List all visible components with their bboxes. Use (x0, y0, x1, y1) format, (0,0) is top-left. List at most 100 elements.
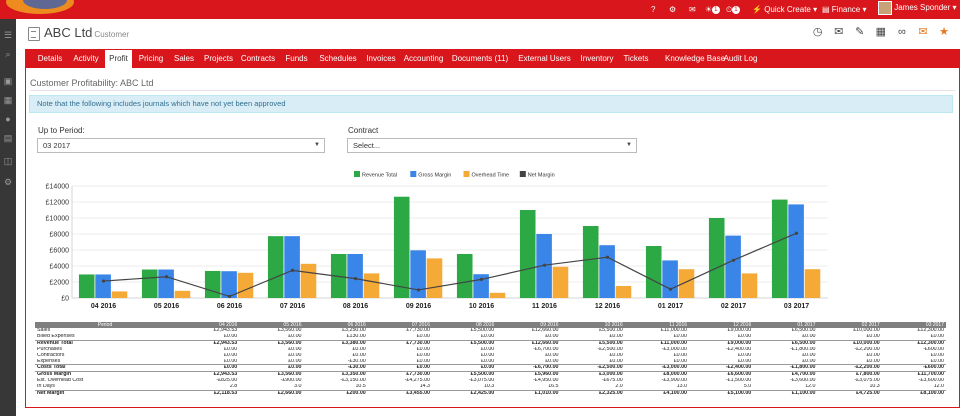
list-icon[interactable]: ▤ (3, 133, 13, 143)
table-row: Costs Total £0.00 £0.00 -£30.00 £0.00 £0.00 -£… (35, 364, 946, 372)
x-tick-label: 01 2017 (658, 303, 683, 310)
bar-revenue-total (582, 226, 599, 298)
profit-panel: Customer Profitability: ABC Ltd Note tha… (25, 68, 960, 408)
tab-details[interactable]: Details (34, 49, 66, 68)
avatar (878, 1, 892, 15)
bar-overhead-time (489, 292, 506, 298)
tab-funds[interactable]: Funds (280, 49, 313, 68)
net-margin-point (668, 287, 673, 291)
bar-revenue-total (519, 210, 536, 298)
chat-icon[interactable]: ✉ (689, 3, 696, 16)
comments-icon[interactable]: ✉ (917, 26, 929, 38)
tab-tickets[interactable]: Tickets (620, 49, 652, 68)
net-margin-point (164, 275, 169, 279)
tab-external-users[interactable]: External Users (515, 49, 574, 68)
legend-label: Net Margin (528, 173, 555, 179)
table-cell: -£1,800.00 (753, 364, 818, 372)
x-tick-label: 05 2016 (154, 303, 179, 310)
tab-projects[interactable]: Projects (201, 49, 236, 68)
bar-revenue-total (267, 236, 284, 298)
table-cell: -£600.00 (881, 364, 946, 372)
tab-invoices[interactable]: Invoices (363, 49, 399, 68)
brand-logo[interactable] (0, 0, 80, 19)
period-select[interactable]: 03 2017 ▼ (37, 138, 325, 153)
user-menu[interactable]: James Sponder ▾ (878, 1, 957, 17)
table-cell: -£30.00 (303, 364, 368, 372)
y-tick-label: £12000 (46, 200, 69, 207)
bar-overhead-time (363, 273, 380, 298)
tab-documents-11[interactable]: Documents (11) (448, 49, 512, 68)
legend-swatch (410, 171, 417, 177)
settings-icon[interactable]: ⚙ (669, 3, 676, 16)
y-tick-label: £8000 (50, 232, 70, 239)
quick-create-menu[interactable]: ⚡ Quick Create ▾ (752, 3, 817, 16)
x-tick-label: 04 2016 (91, 303, 116, 310)
bar-overhead-time (615, 286, 632, 298)
tab-audit-log[interactable]: Audit Log (722, 49, 759, 68)
user-name: James Sponder (894, 3, 951, 13)
calendar-icon[interactable]: ▦ (3, 95, 13, 105)
tab-activity[interactable]: Activity (70, 49, 102, 68)
dashboard-icon[interactable]: ▣ (3, 76, 13, 86)
building-icon (28, 27, 40, 41)
bar-gross-margin (662, 260, 678, 298)
tab-inventory[interactable]: Inventory (577, 49, 617, 68)
tab-schedules[interactable]: Schedules (316, 49, 360, 68)
net-margin-point (227, 294, 232, 298)
timer-icon[interactable]: ⏲ 1 (726, 3, 740, 16)
bar-overhead-time (804, 269, 821, 298)
edit-icon[interactable]: ✎ (854, 26, 866, 38)
bar-overhead-time (552, 266, 569, 298)
table-cell: £0.00 (239, 364, 304, 372)
menu-icon[interactable]: ☰ (3, 30, 13, 40)
help-icon[interactable]: ? (651, 3, 655, 16)
tab-profit[interactable]: Profit (105, 50, 132, 68)
book-icon[interactable]: ◫ (3, 156, 13, 166)
chevron-down-icon: ▼ (314, 142, 320, 148)
email-icon[interactable]: ✉ (833, 26, 845, 38)
divider (30, 90, 955, 91)
bar-gross-margin (788, 204, 804, 298)
bar-revenue-total (204, 270, 221, 298)
x-tick-label: 12 2016 (595, 303, 620, 310)
table-cell: £0.00 (432, 364, 497, 372)
tab-knowledge-base[interactable]: Knowledge Base (665, 49, 725, 68)
bar-overhead-time (237, 272, 254, 298)
row-label: Costs Total (35, 364, 175, 372)
tab-sales[interactable]: Sales (170, 49, 198, 68)
y-tick-label: £14000 (46, 184, 69, 191)
x-tick-label: 07 2016 (280, 303, 305, 310)
calendar-icon[interactable]: ▦ (875, 26, 887, 38)
table-cell: £1,010.00 (496, 390, 561, 397)
x-tick-label: 11 2016 (532, 303, 557, 310)
bar-gross-margin (158, 269, 174, 298)
link-icon[interactable]: ∞ (896, 26, 908, 38)
profit-chart: Revenue Total Gross Margin Overhead Time Ne… (46, 171, 828, 310)
user-icon[interactable]: ● (3, 114, 13, 124)
bar-overhead-time (426, 258, 443, 298)
star-icon[interactable]: ★ (938, 26, 950, 38)
table-cell: £2,325.00 (560, 390, 625, 397)
contract-label: Contract (348, 126, 379, 135)
period-label: Up to Period: (38, 126, 85, 135)
bar-revenue-total (393, 196, 410, 298)
y-tick-label: £0 (61, 296, 69, 303)
bar-overhead-time (741, 273, 758, 298)
net-margin-point (290, 268, 295, 272)
table-row: Net Margin £2,118.53 £2,660.00 £200.00 £3,45… (35, 390, 946, 397)
search-icon[interactable]: ⌕ (3, 49, 13, 59)
table-body: Sales £2,943.53 £3,560.00 £3,250.00 £7,730.0… (35, 328, 946, 397)
notifications-icon[interactable]: ☀ 1 (705, 3, 720, 16)
tab-contracts[interactable]: Contracts (239, 49, 277, 68)
finance-menu[interactable]: ▤ Finance ▾ (822, 3, 867, 16)
tab-accounting[interactable]: Accounting (402, 49, 445, 68)
net-margin-point (731, 258, 736, 262)
gear-icon[interactable]: ⚙ (3, 177, 13, 187)
header-actions: ◷ ✉ ✎ ▦ ∞ ✉ ★ (806, 26, 950, 40)
net-margin-point (479, 277, 484, 281)
tab-pricing[interactable]: Pricing (135, 49, 167, 68)
table-cell: £2,660.00 (239, 390, 304, 397)
table-cell: £0.00 (175, 364, 240, 372)
contract-select[interactable]: Select... ▼ (347, 138, 637, 153)
clock-icon[interactable]: ◷ (812, 26, 824, 38)
